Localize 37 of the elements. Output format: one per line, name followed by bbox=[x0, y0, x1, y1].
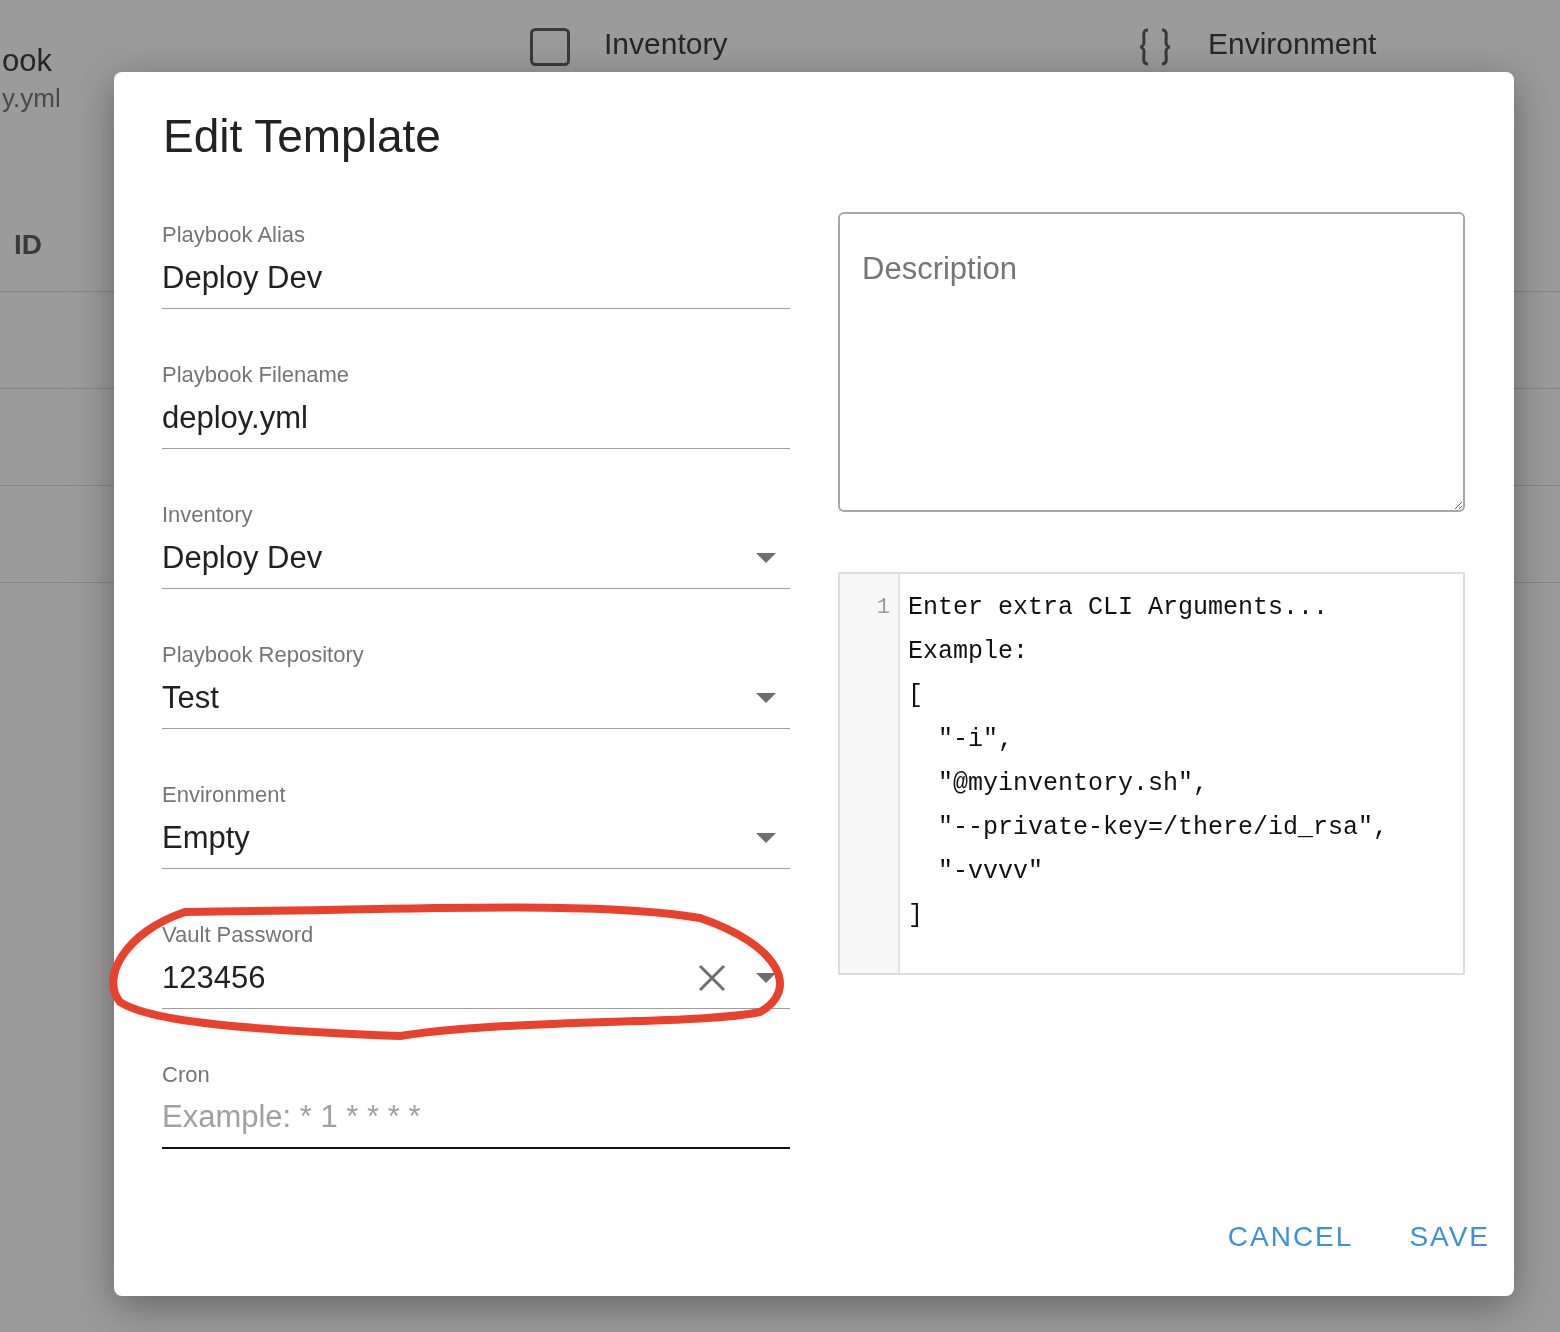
playbook-name: ook bbox=[2, 42, 52, 80]
placeholder-line: Example: bbox=[908, 636, 1030, 668]
select-field[interactable]: Test bbox=[162, 668, 790, 729]
placeholder-line: "-vvvv" bbox=[937, 856, 1045, 888]
inventory-label: Inventory bbox=[604, 26, 728, 62]
field-label: Inventory bbox=[162, 502, 254, 528]
field-label: Environment bbox=[162, 782, 287, 808]
field-label: Playbook Filename bbox=[162, 362, 351, 388]
square-icon bbox=[530, 28, 570, 66]
select-field[interactable]: Deploy Dev bbox=[162, 528, 790, 589]
environment-label: Environment bbox=[1208, 26, 1377, 62]
placeholder-line: ] bbox=[908, 900, 924, 932]
placeholder-line: "@myinventory.sh", bbox=[937, 768, 1210, 800]
line-number: 1 bbox=[876, 594, 890, 622]
field-label: Playbook Repository bbox=[162, 642, 365, 668]
dropdown-caret-icon[interactable] bbox=[756, 973, 776, 983]
dropdown-caret-icon[interactable] bbox=[756, 693, 776, 703]
playbook-file: y.yml bbox=[2, 82, 61, 115]
dialog-title: Edit Template bbox=[163, 109, 442, 164]
field-label: Vault Password bbox=[162, 922, 315, 948]
dropdown-caret-icon[interactable] bbox=[756, 833, 776, 843]
clear-icon[interactable] bbox=[698, 964, 726, 992]
placeholder-line: Enter extra CLI Arguments... bbox=[908, 592, 1330, 624]
select-field[interactable]: Empty bbox=[162, 808, 790, 869]
text-field[interactable]: Deploy Dev bbox=[162, 248, 790, 309]
placeholder-line: "-i", bbox=[937, 724, 1015, 756]
description-field[interactable]: Description bbox=[838, 212, 1465, 512]
field-label: Cron bbox=[162, 1062, 211, 1088]
select-field[interactable]: 123456 bbox=[162, 948, 790, 1009]
cli-arguments-editor[interactable]: 1 Enter extra CLI Arguments... Example: [ "-i", "@myinventory.sh", "--private-key=/there/id_rsa", "-vvvv" ] bbox=[838, 572, 1465, 975]
placeholder-line: [ bbox=[908, 680, 924, 712]
braces-icon bbox=[1138, 28, 1172, 66]
field-label: Playbook Alias bbox=[162, 222, 307, 248]
placeholder-line: "--private-key=/there/id_rsa", bbox=[937, 812, 1389, 844]
dropdown-caret-icon[interactable] bbox=[756, 553, 776, 563]
text-field[interactable]: deploy.yml bbox=[162, 388, 790, 449]
column-header: ID bbox=[14, 227, 42, 262]
